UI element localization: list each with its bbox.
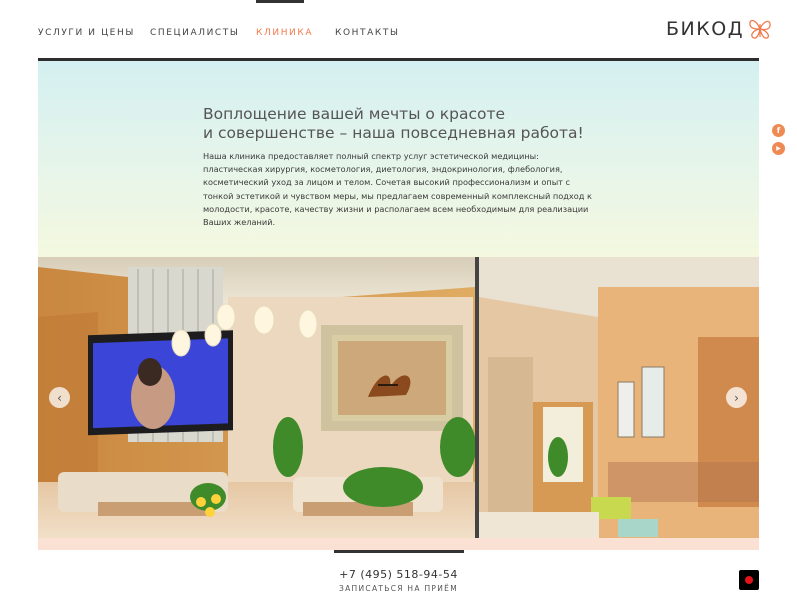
- nav-item-services[interactable]: УСЛУГИ И ЦЕНЫ: [38, 28, 135, 38]
- record-button[interactable]: [739, 570, 759, 590]
- slider-footer-strip: [38, 538, 759, 550]
- nav-item-contacts[interactable]: КОНТАКТЫ: [335, 28, 400, 38]
- logo[interactable]: БИКОД: [666, 14, 774, 44]
- slider-prev-button[interactable]: ‹: [49, 387, 70, 408]
- youtube-icon: ▶: [776, 144, 781, 152]
- bottom-divider: [334, 550, 464, 553]
- hero-title: Воплощение вашей мечты о красоте и совер…: [203, 105, 603, 143]
- chevron-left-icon: ‹: [57, 390, 62, 405]
- top-navigation: УСЛУГИ И ЦЕНЫ СПЕЦИАЛИСТЫ КЛИНИКА КОНТАК…: [0, 0, 797, 60]
- nav-active-indicator: [256, 0, 304, 3]
- slider-next-button[interactable]: ›: [726, 387, 747, 408]
- record-dot-icon: [745, 576, 753, 584]
- logo-text: БИКОД: [666, 18, 745, 40]
- chevron-right-icon: ›: [734, 390, 739, 405]
- nav-item-clinic[interactable]: КЛИНИКА: [256, 28, 313, 38]
- nav-item-specialists[interactable]: СПЕЦИАЛИСТЫ: [150, 28, 239, 38]
- butterfly-icon: [749, 19, 771, 39]
- hero-description: Наша клиника предоставляет полный спектр…: [203, 151, 592, 228]
- hero-title-line-1: Воплощение вашей мечты о красоте: [203, 105, 506, 123]
- youtube-button[interactable]: ▶: [772, 142, 785, 155]
- hero-section: Воплощение вашей мечты о красоте и совер…: [38, 61, 759, 257]
- book-appointment-link[interactable]: ЗАПИСАТЬСЯ НА ПРИЁМ: [0, 584, 797, 593]
- clinic-photo-slider[interactable]: ‹ ›: [38, 257, 759, 538]
- facebook-icon: f: [776, 125, 781, 135]
- hero-title-line-2: и совершенстве – наша повседневная работ…: [203, 124, 584, 142]
- phone-number[interactable]: +7 (495) 518-94-54: [0, 568, 797, 581]
- facebook-button[interactable]: f: [772, 124, 785, 137]
- clinic-interior-image: [38, 257, 759, 538]
